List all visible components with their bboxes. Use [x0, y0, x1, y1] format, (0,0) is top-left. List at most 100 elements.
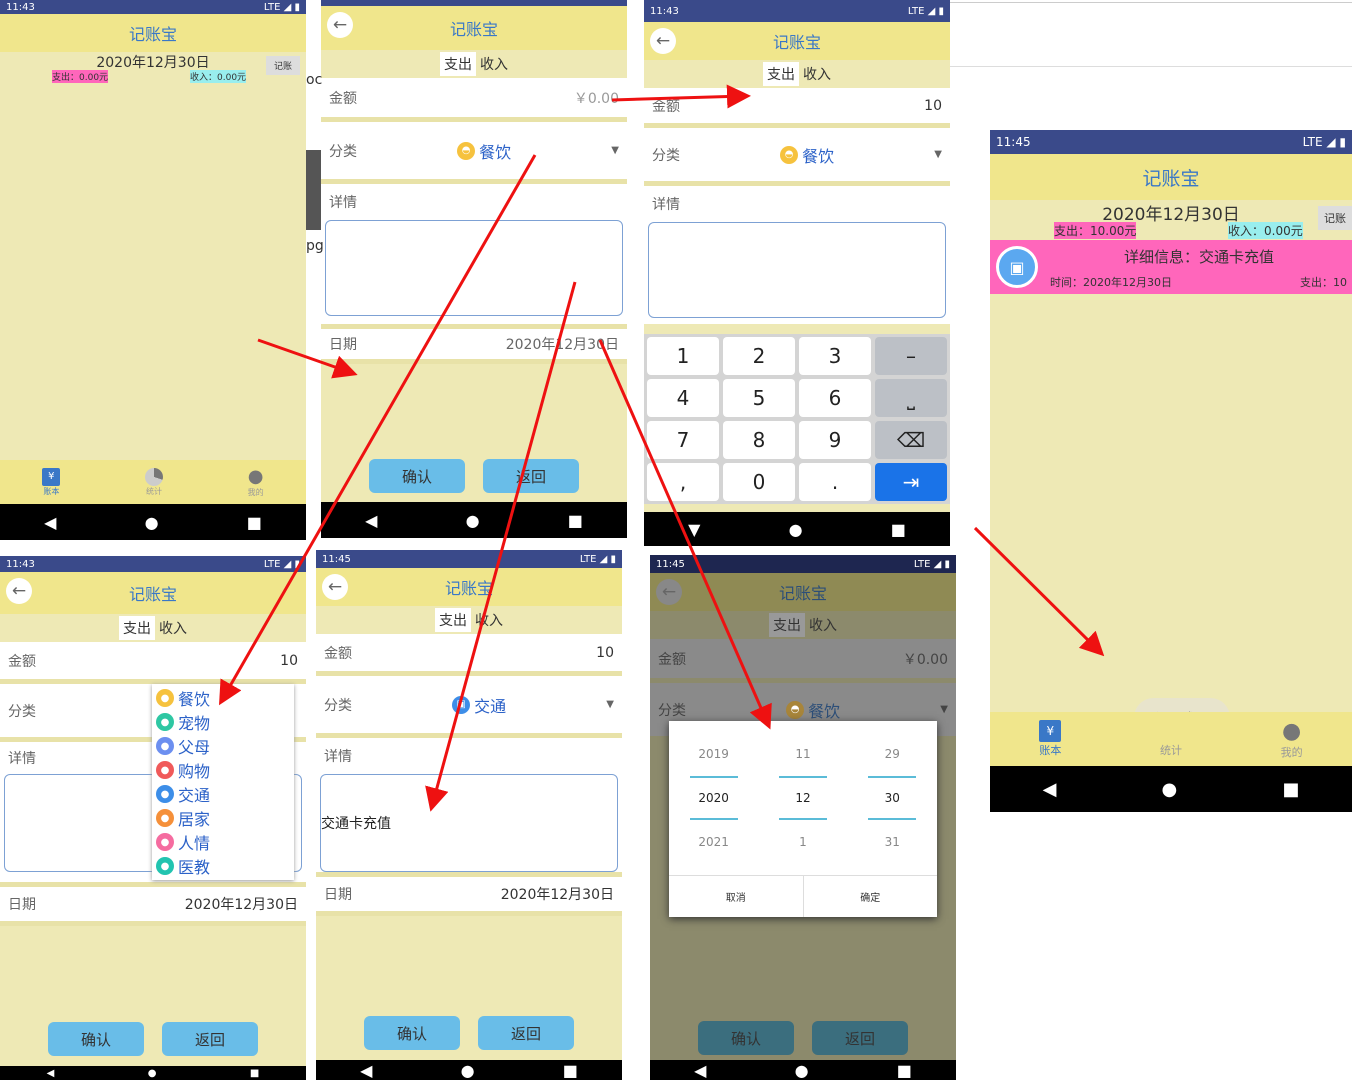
home-nav-icon[interactable]: ●	[145, 513, 159, 532]
picker-value[interactable]: 11	[779, 732, 827, 776]
detail-input[interactable]	[648, 222, 946, 318]
amount-value[interactable]: 10	[280, 653, 298, 669]
confirm-button[interactable]: 确认	[48, 1022, 144, 1056]
back-nav-icon[interactable]: ◀	[360, 1061, 372, 1080]
key-2[interactable]: 3	[799, 337, 871, 375]
back-nav-icon[interactable]: ◀	[47, 1068, 55, 1079]
date-row[interactable]: 日期 2020年12月30日	[0, 882, 306, 926]
tab-expense[interactable]: 支出	[435, 608, 471, 632]
key-12[interactable]: ,	[647, 463, 719, 501]
recents-nav-icon[interactable]: ■	[250, 1068, 259, 1079]
tab-income[interactable]: 收入	[480, 54, 508, 74]
key-1[interactable]: 2	[723, 337, 795, 375]
recents-nav-icon[interactable]: ■	[247, 513, 262, 532]
back-arrow-icon[interactable]: ←	[6, 578, 32, 604]
return-button[interactable]: 返回	[478, 1016, 574, 1050]
back-nav-icon[interactable]: ◀	[365, 511, 377, 530]
category-option[interactable]: ● 宠物	[156, 710, 290, 734]
category-select[interactable]: ◓ 餐饮	[457, 139, 511, 163]
date-row[interactable]: 日期 2020年12月30日	[321, 324, 627, 364]
key-4[interactable]: 4	[647, 379, 719, 417]
date-value[interactable]: 2020年12月30日	[185, 894, 298, 914]
home-nav-icon[interactable]: ●	[789, 520, 803, 539]
confirm-button[interactable]: 确认	[369, 459, 465, 493]
key-8[interactable]: 7	[647, 421, 719, 459]
key-11[interactable]: ⌫	[875, 421, 947, 459]
date-row[interactable]: 日期 2020年12月30日	[316, 872, 622, 916]
key-14[interactable]: .	[799, 463, 871, 501]
key-5[interactable]: 5	[723, 379, 795, 417]
category-option[interactable]: ● 人情	[156, 830, 290, 854]
amount-value[interactable]: 10	[596, 645, 614, 661]
dropdown-arrow-icon[interactable]: ▼	[940, 704, 948, 715]
category-option[interactable]: ● 医教	[156, 854, 290, 878]
date-wheels[interactable]: 2019 2020 2021 11 12 1 29 30 31	[669, 721, 937, 875]
category-row[interactable]: 分类 ▣ 交通 ▼	[316, 676, 622, 738]
home-nav-icon[interactable]: ●	[461, 1061, 475, 1080]
home-nav-icon[interactable]: ●	[466, 511, 480, 530]
home-nav-icon[interactable]: ●	[1162, 779, 1178, 800]
back-arrow-icon[interactable]: ←	[322, 574, 348, 600]
amount-value[interactable]: 10	[924, 98, 942, 114]
return-button[interactable]: 返回	[483, 459, 579, 493]
key-0[interactable]: 1	[647, 337, 719, 375]
category-option[interactable]: ● 购物	[156, 758, 290, 782]
picker-column[interactable]: 29 30 31	[868, 732, 917, 864]
back-nav-icon[interactable]: ◀	[1043, 779, 1057, 800]
confirm-button[interactable]: 确认	[698, 1021, 794, 1055]
picker-value[interactable]: 1	[779, 820, 827, 864]
tab-expense[interactable]: 支出	[119, 616, 155, 640]
picker-column[interactable]: 2019 2020 2021	[689, 732, 738, 864]
recents-nav-icon[interactable]: ■	[891, 520, 906, 539]
picker-column[interactable]: 11 12 1	[778, 732, 827, 864]
tab-income[interactable]: 收入	[803, 64, 831, 84]
category-select[interactable]: ◓ 餐饮	[780, 143, 834, 167]
key-13[interactable]: 0	[723, 463, 795, 501]
back-arrow-icon[interactable]: ←	[656, 579, 682, 605]
tab-income[interactable]: 收入	[159, 618, 187, 638]
return-button[interactable]: 返回	[812, 1021, 908, 1055]
amount-row[interactable]: 金额 ￥0.00	[321, 78, 627, 122]
amount-row[interactable]: 金额 10	[0, 642, 306, 684]
tab-expense[interactable]: 支出	[440, 52, 476, 76]
date-value[interactable]: 2020年12月30日	[501, 884, 614, 904]
back-arrow-icon[interactable]: ←	[327, 12, 353, 38]
key-6[interactable]: 6	[799, 379, 871, 417]
picker-ok-button[interactable]: 确定	[804, 876, 938, 917]
home-nav-icon[interactable]: ●	[148, 1068, 157, 1079]
key-15[interactable]: ⇥	[875, 463, 947, 501]
amount-value[interactable]: ￥0.00	[574, 88, 619, 108]
return-button[interactable]: 返回	[162, 1022, 258, 1056]
dropdown-arrow-icon[interactable]: ▼	[934, 149, 942, 160]
key-3[interactable]: –	[875, 337, 947, 375]
key-9[interactable]: 8	[723, 421, 795, 459]
category-row[interactable]: 分类 ◓ 餐饮 ▼	[644, 128, 950, 186]
category-option[interactable]: ● 父母	[156, 734, 290, 758]
date-value[interactable]: 2020年12月30日	[506, 334, 619, 354]
hide-keyboard-icon[interactable]: ▼	[688, 520, 700, 539]
recents-nav-icon[interactable]: ■	[563, 1061, 578, 1080]
category-select[interactable]: ◓ 餐饮	[786, 698, 840, 722]
tab-mine[interactable]: ● 我的	[1281, 719, 1303, 760]
amount-value[interactable]: ￥0.00	[903, 649, 948, 669]
confirm-button[interactable]: 确认	[364, 1016, 460, 1050]
detail-input[interactable]	[325, 220, 623, 316]
dropdown-arrow-icon[interactable]: ▼	[606, 699, 614, 710]
amount-row[interactable]: 金额 10	[644, 88, 950, 128]
back-nav-icon[interactable]: ◀	[44, 513, 56, 532]
picker-value[interactable]: 2021	[690, 820, 738, 864]
category-option[interactable]: ● 交通	[156, 782, 290, 806]
tab-expense[interactable]: 支出	[763, 62, 799, 86]
tab-stats[interactable]: 统计	[144, 467, 163, 497]
category-row[interactable]: 分类 ◓ 餐饮 ▼	[321, 122, 627, 184]
picker-value[interactable]: 2020	[689, 776, 738, 820]
tab-income[interactable]: 收入	[809, 615, 837, 635]
recents-nav-icon[interactable]: ■	[568, 511, 583, 530]
picker-value[interactable]: 2019	[690, 732, 738, 776]
recents-nav-icon[interactable]: ■	[897, 1061, 912, 1080]
tab-ledger[interactable]: ¥ 账本	[42, 467, 61, 497]
detail-input[interactable]: 交通卡充值	[320, 774, 618, 872]
tab-mine[interactable]: ● 我的	[248, 466, 264, 498]
key-10[interactable]: 9	[799, 421, 871, 459]
picker-value[interactable]: 31	[868, 820, 916, 864]
